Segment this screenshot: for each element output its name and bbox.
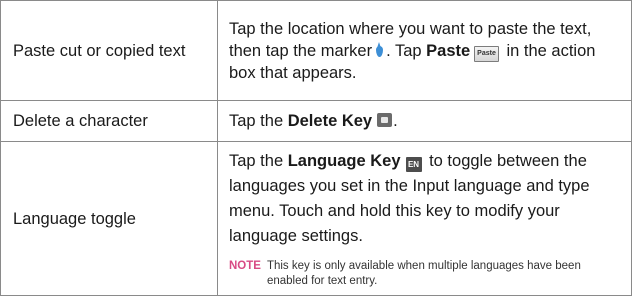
table-row-language: Language toggle Tap the Language Key EN t…: [0, 141, 632, 296]
row-description-delete: Tap the Delete Key.: [217, 100, 632, 142]
row-label-delete: Delete a character: [0, 100, 218, 142]
table-row-paste: Paste cut or copied text Tap the locatio…: [0, 0, 632, 101]
language-desc-body: Tap the Language Key EN to toggle between…: [229, 149, 621, 249]
paste-bold-label: Paste: [426, 41, 471, 60]
row-label-paste: Paste cut or copied text: [0, 0, 218, 101]
note-block: NOTE This key is only available when mul…: [229, 259, 621, 289]
paste-desc-part2: . Tap: [386, 41, 427, 60]
row-description-paste: Tap the location where you want to paste…: [217, 0, 632, 101]
delete-key-bold-label: Delete Key: [287, 112, 373, 130]
paste-button-icon: Paste: [474, 45, 499, 62]
language-desc-part1: Tap the: [229, 151, 288, 170]
language-key-bold-label: Language Key: [287, 151, 401, 170]
row-description-language: Tap the Language Key EN to toggle between…: [217, 141, 632, 296]
delete-desc-part2: .: [393, 112, 398, 130]
note-label: NOTE: [229, 259, 261, 272]
language-key-icon: EN: [405, 156, 422, 172]
note-text: This key is only available when multiple…: [266, 259, 581, 287]
delete-desc-part1: Tap the: [229, 112, 288, 130]
table-row-delete: Delete a character Tap the Delete Key.: [0, 100, 632, 142]
row-label-language: Language toggle: [0, 141, 218, 296]
delete-key-icon: [377, 113, 393, 127]
marker-drop-icon: [376, 41, 384, 57]
instruction-table: Paste cut or copied text Tap the locatio…: [0, 0, 632, 296]
